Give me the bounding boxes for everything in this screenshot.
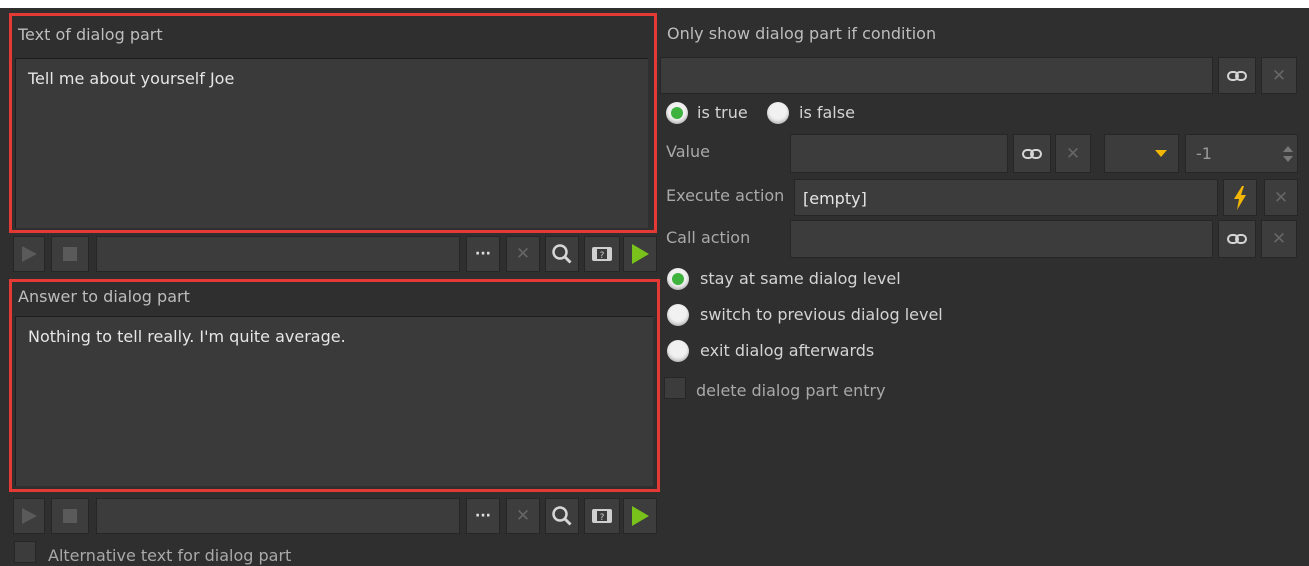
stop-audio-button[interactable] <box>51 236 89 272</box>
value-number-spinner[interactable]: -1 <box>1185 134 1298 173</box>
is-false-radio[interactable] <box>767 102 789 124</box>
is-false-label: is false <box>799 103 855 122</box>
clear-icon: ✕ <box>515 244 531 264</box>
preview-button[interactable] <box>623 236 657 272</box>
help-icon: ? <box>592 509 612 523</box>
call-action-clear-button[interactable]: ✕ <box>1261 220 1297 258</box>
clear-icon: ✕ <box>515 506 531 526</box>
dialog-text-title: Text of dialog part <box>18 25 163 44</box>
bolt-icon <box>1234 185 1246 210</box>
close-icon: ✕ <box>1065 143 1081 164</box>
execute-action-label: Execute action <box>666 186 785 205</box>
answer-text-area[interactable]: Nothing to tell really. I'm quite averag… <box>15 316 653 486</box>
value-clear-button[interactable]: ✕ <box>1055 134 1091 173</box>
preview-button[interactable] <box>623 498 657 534</box>
link-icon <box>1022 148 1042 159</box>
is-true-radio[interactable] <box>666 102 688 124</box>
search-button[interactable] <box>545 236 579 272</box>
execute-action-clear-button[interactable]: ✕ <box>1264 179 1298 216</box>
play-audio-button[interactable] <box>13 498 45 534</box>
help-button[interactable]: ? <box>584 498 620 534</box>
search-icon <box>552 244 572 264</box>
more-icon: ··· <box>475 246 491 262</box>
help-icon: ? <box>592 247 612 261</box>
condition-clear-button[interactable]: ✕ <box>1261 57 1297 94</box>
call-action-link-button[interactable] <box>1218 220 1256 258</box>
search-icon <box>552 506 572 526</box>
audio-file-field[interactable] <box>96 498 460 534</box>
browse-audio-button[interactable]: ··· <box>466 236 500 272</box>
dropdown-arrow-icon <box>1155 150 1167 157</box>
play-icon <box>22 508 37 524</box>
play-icon <box>22 246 37 262</box>
value-label: Value <box>666 142 710 161</box>
link-icon <box>1227 70 1247 81</box>
answer-title: Answer to dialog part <box>18 287 190 306</box>
svg-text:?: ? <box>600 251 605 261</box>
play-icon <box>632 506 649 526</box>
close-icon: ✕ <box>1273 187 1289 208</box>
condition-title: Only show dialog part if condition <box>667 24 937 43</box>
delete-entry-label: delete dialog part entry <box>696 381 886 400</box>
delete-entry-checkbox[interactable] <box>664 377 686 399</box>
dialog-text-toolbar: ··· ✕ ? <box>13 236 658 272</box>
exit-dialog-radio[interactable] <box>667 340 689 362</box>
exit-dialog-label: exit dialog afterwards <box>700 341 875 360</box>
svg-text:?: ? <box>600 513 605 523</box>
audio-file-field[interactable] <box>96 236 460 272</box>
answer-toolbar: ··· ✕ ? <box>13 498 658 534</box>
condition-link-button[interactable] <box>1218 57 1256 94</box>
value-number: -1 <box>1196 144 1212 163</box>
previous-level-radio[interactable] <box>667 304 689 326</box>
stop-icon <box>63 509 77 523</box>
stop-audio-button[interactable] <box>51 498 89 534</box>
browse-audio-button[interactable]: ··· <box>466 498 500 534</box>
help-button[interactable]: ? <box>584 236 620 272</box>
link-icon <box>1227 234 1247 244</box>
clear-audio-button[interactable]: ✕ <box>506 236 540 272</box>
window-top-edge <box>0 0 1309 8</box>
value-field[interactable] <box>790 134 1008 173</box>
spinner-icon[interactable] <box>1283 146 1293 162</box>
more-icon: ··· <box>475 508 491 524</box>
alternative-text-label: Alternative text for dialog part <box>48 546 292 565</box>
dialog-text-panel: Text of dialog part Tell me about yourse… <box>9 13 657 233</box>
dialog-text-area[interactable]: Tell me about yourself Joe <box>15 58 648 228</box>
condition-field[interactable] <box>660 57 1213 94</box>
call-action-label: Call action <box>666 228 751 247</box>
stay-level-label: stay at same dialog level <box>700 269 901 288</box>
answer-panel: Answer to dialog part Nothing to tell re… <box>9 279 660 492</box>
clear-audio-button[interactable]: ✕ <box>506 498 540 534</box>
close-icon: ✕ <box>1271 65 1287 86</box>
execute-action-value: [empty] <box>803 189 867 208</box>
value-link-button[interactable] <box>1013 134 1051 173</box>
comparison-dropdown[interactable] <box>1104 134 1179 173</box>
previous-level-label: switch to previous dialog level <box>700 305 943 324</box>
execute-action-button[interactable] <box>1223 179 1257 216</box>
close-icon: ✕ <box>1271 229 1287 249</box>
execute-action-field[interactable]: [empty] <box>794 179 1218 216</box>
search-button[interactable] <box>545 498 579 534</box>
play-audio-button[interactable] <box>13 236 45 272</box>
stay-level-radio[interactable] <box>667 268 689 290</box>
stop-icon <box>63 247 77 261</box>
is-true-label: is true <box>697 103 748 122</box>
call-action-field[interactable] <box>790 220 1213 258</box>
play-icon <box>632 244 649 264</box>
